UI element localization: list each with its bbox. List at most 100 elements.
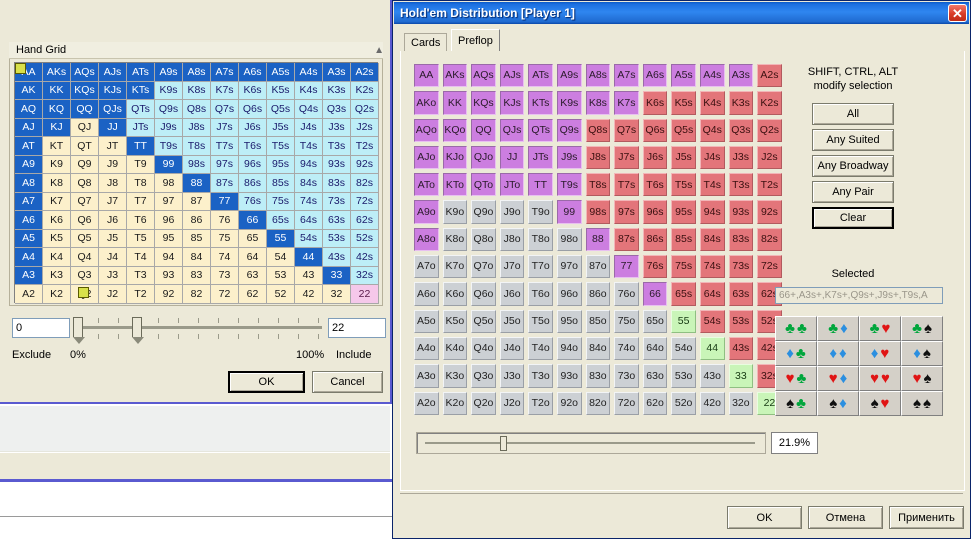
left-grid-cell[interactable]: K8s	[183, 81, 211, 101]
left-grid-cell[interactable]: A7s	[211, 63, 239, 82]
preflop-grid-cell[interactable]: T4s	[699, 173, 725, 197]
left-grid-cell[interactable]: AQs	[71, 63, 99, 82]
left-grid-cell[interactable]: 87s	[211, 174, 239, 193]
window-titlebar[interactable]: Hold'em Distribution [Player 1] ✕	[394, 2, 969, 24]
preflop-grid-cell[interactable]: 86o	[585, 282, 611, 306]
left-grid-cell[interactable]: 32s	[351, 266, 379, 286]
preflop-grid-cell[interactable]: A3o	[414, 364, 439, 388]
preflop-grid-cell[interactable]: TT	[528, 173, 553, 197]
any-pair-button[interactable]: Any Pair	[812, 181, 894, 203]
left-grid-cell[interactable]: Q8	[71, 174, 99, 193]
left-grid-cell[interactable]: 32	[323, 285, 351, 304]
left-grid-cell[interactable]: AKs	[43, 63, 71, 82]
preflop-grid-cell[interactable]: 55	[671, 309, 696, 333]
left-grid-cell[interactable]: 96	[155, 211, 183, 230]
tab-preflop[interactable]: Preflop	[451, 29, 500, 51]
preflop-grid-cell[interactable]: A3s	[728, 64, 754, 88]
left-grid-cell[interactable]: T3s	[323, 137, 351, 156]
left-grid-cell[interactable]: AJ	[15, 118, 43, 138]
preflop-grid-cell[interactable]: 76o	[614, 282, 639, 306]
preflop-grid-cell[interactable]: 94o	[556, 336, 582, 361]
preflop-grid-cell[interactable]: QQ	[471, 118, 496, 142]
left-grid-cell[interactable]: T8	[127, 174, 155, 193]
preflop-grid-cell[interactable]: 32o	[728, 391, 754, 415]
left-grid-cell[interactable]: QT	[71, 137, 99, 156]
preflop-grid-cell[interactable]: A8s	[585, 64, 611, 88]
left-grid-cell[interactable]: 65	[239, 229, 267, 249]
preflop-grid-cell[interactable]: Q2o	[471, 391, 496, 415]
preflop-grid-cell[interactable]: K8o	[442, 227, 468, 252]
preflop-grid-cell[interactable]: KK	[442, 91, 468, 115]
preflop-grid-cell[interactable]: K2s	[757, 91, 782, 115]
left-grid-cell[interactable]: 22	[351, 285, 379, 304]
preflop-grid-cell[interactable]: KJs	[499, 91, 525, 115]
preflop-grid-cell[interactable]: 66	[642, 282, 668, 306]
left-grid-cell[interactable]: 52s	[351, 229, 379, 249]
left-grid-cell[interactable]: 92	[155, 285, 183, 304]
preflop-grid-cell[interactable]: T5s	[671, 173, 696, 197]
suit-combo-diamond-diamond[interactable]: ♦ ♦	[817, 341, 859, 366]
preflop-grid-cell[interactable]: KQo	[442, 118, 468, 142]
preflop-grid-cell[interactable]: 84s	[699, 227, 725, 252]
left-grid-cell[interactable]: 93s	[323, 155, 351, 175]
preflop-grid-cell[interactable]: A4o	[414, 336, 439, 361]
preflop-grid-cell[interactable]: AQo	[414, 118, 439, 142]
left-grid-cell[interactable]: QTs	[127, 100, 155, 119]
left-grid-cell[interactable]: A9	[15, 155, 43, 175]
left-grid-cell[interactable]: 97	[155, 192, 183, 212]
left-grid-cell[interactable]: K6	[43, 211, 71, 230]
preflop-grid-cell[interactable]: J2s	[757, 145, 782, 170]
preflop-grid-cell[interactable]: 54s	[699, 309, 725, 333]
preflop-grid-cell[interactable]: J5s	[671, 145, 696, 170]
left-grid-cell[interactable]: A4s	[295, 63, 323, 82]
range-slider-thumb-low[interactable]	[73, 317, 85, 344]
left-grid-cell[interactable]: 74s	[295, 192, 323, 212]
preflop-grid-cell[interactable]: T7o	[528, 255, 553, 279]
left-grid-cell[interactable]: T2s	[351, 137, 379, 156]
suit-combo-club-heart[interactable]: ♣ ♥	[859, 316, 901, 341]
left-grid-cell[interactable]: AQ	[15, 100, 43, 119]
left-grid-cell[interactable]: T3	[127, 266, 155, 286]
left-grid-cell[interactable]: 55	[267, 229, 295, 249]
left-grid-cell[interactable]: K2	[43, 285, 71, 304]
preflop-grid-cell[interactable]: JTs	[528, 145, 553, 170]
preflop-grid-cell[interactable]: 72s	[757, 255, 782, 279]
left-grid-cell[interactable]: T9	[127, 155, 155, 175]
any-broadway-button[interactable]: Any Broadway	[812, 155, 894, 177]
left-grid-cell[interactable]: 86	[183, 211, 211, 230]
left-grid-cell[interactable]: J8	[99, 174, 127, 193]
left-grid-cell[interactable]: 84	[183, 248, 211, 267]
preflop-grid-cell[interactable]: AA	[414, 64, 439, 88]
preflop-grid-cell[interactable]: K6o	[442, 282, 468, 306]
preflop-grid-cell[interactable]: Q5o	[471, 309, 496, 333]
preflop-grid-cell[interactable]: 75o	[614, 309, 639, 333]
left-grid-cell[interactable]: JJ	[99, 118, 127, 138]
preflop-grid-cell[interactable]: 83o	[585, 364, 611, 388]
left-grid-cell[interactable]: T2	[127, 285, 155, 304]
preflop-grid-cell[interactable]: J9s	[556, 145, 582, 170]
left-grid-cell[interactable]: A5s	[267, 63, 295, 82]
preflop-grid-cell[interactable]: K7o	[442, 255, 468, 279]
left-grid-cell[interactable]: 95	[155, 229, 183, 249]
preflop-grid-cell[interactable]: ATs	[528, 64, 553, 88]
preflop-grid-cell[interactable]: K6s	[642, 91, 668, 115]
left-grid-cell[interactable]: K9	[43, 155, 71, 175]
preflop-grid-cell[interactable]: K5o	[442, 309, 468, 333]
left-grid-cell[interactable]: A3s	[323, 63, 351, 82]
preflop-grid-cell[interactable]: AKs	[442, 64, 468, 88]
preflop-grid-cell[interactable]: 98s	[585, 200, 611, 224]
preflop-grid-cell[interactable]: T5o	[528, 309, 553, 333]
left-grid-cell[interactable]: K7	[43, 192, 71, 212]
preflop-grid-cell[interactable]: QJo	[471, 145, 496, 170]
preflop-grid-cell[interactable]: 44	[699, 336, 725, 361]
left-grid-cell[interactable]: 62s	[351, 211, 379, 230]
left-hand-grid[interactable]: AA AKs AQs AJs ATs A9s A8s A7s A6s A5s A4s A3s A2s AK…	[14, 62, 379, 304]
preflop-grid-cell[interactable]: 99	[556, 200, 582, 224]
preflop-grid-cell[interactable]: K2o	[442, 391, 468, 415]
preflop-grid-cell[interactable]: A9o	[414, 200, 439, 224]
left-grid-cell[interactable]: T7	[127, 192, 155, 212]
left-grid-cell[interactable]: 62	[239, 285, 267, 304]
left-grid-cell[interactable]: 65s	[267, 211, 295, 230]
preflop-grid-cell[interactable]: 85s	[671, 227, 696, 252]
preflop-grid-cell[interactable]: T9s	[556, 173, 582, 197]
